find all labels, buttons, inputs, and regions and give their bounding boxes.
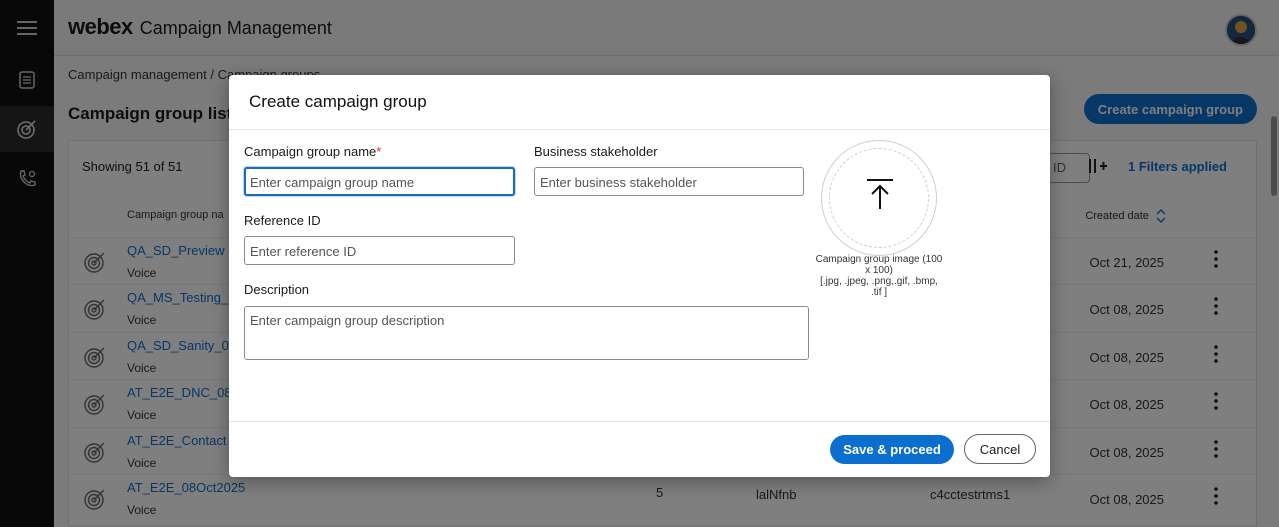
- business-stakeholder-input[interactable]: Enter business stakeholder: [534, 167, 804, 196]
- cancel-button[interactable]: Cancel: [964, 434, 1036, 464]
- upload-icon: [867, 179, 893, 209]
- dialog-footer-divider: [229, 421, 1050, 422]
- description-textarea[interactable]: Enter campaign group description: [244, 306, 809, 360]
- campaign-group-name-input[interactable]: Enter campaign group name: [244, 167, 515, 196]
- image-upload-caption: Campaign group image (100 x 100) [.jpg, …: [809, 254, 949, 298]
- reference-id-label: Reference ID: [244, 213, 321, 228]
- reference-id-input[interactable]: Enter reference ID: [244, 236, 515, 265]
- save-and-proceed-button[interactable]: Save & proceed: [830, 435, 954, 464]
- image-caption-line: x 100): [865, 265, 893, 276]
- create-campaign-group-dialog: Create campaign group Campaign group nam…: [229, 75, 1050, 477]
- image-caption-line: [.jpg, .jpeg, .png,.gif, .bmp,: [820, 276, 938, 287]
- campaign-group-name-label-text: Campaign group name: [244, 144, 377, 159]
- dialog-divider: [229, 129, 1050, 130]
- image-caption-line: Campaign group image (100: [815, 254, 943, 265]
- image-upload-dropzone[interactable]: [821, 140, 937, 256]
- business-stakeholder-label: Business stakeholder: [534, 144, 658, 159]
- dialog-title: Create campaign group: [249, 92, 427, 111]
- campaign-group-name-label: Campaign group name*: [244, 144, 381, 159]
- image-caption-line: .tif ]: [870, 287, 888, 298]
- required-marker: *: [376, 144, 382, 159]
- description-label: Description: [244, 282, 310, 297]
